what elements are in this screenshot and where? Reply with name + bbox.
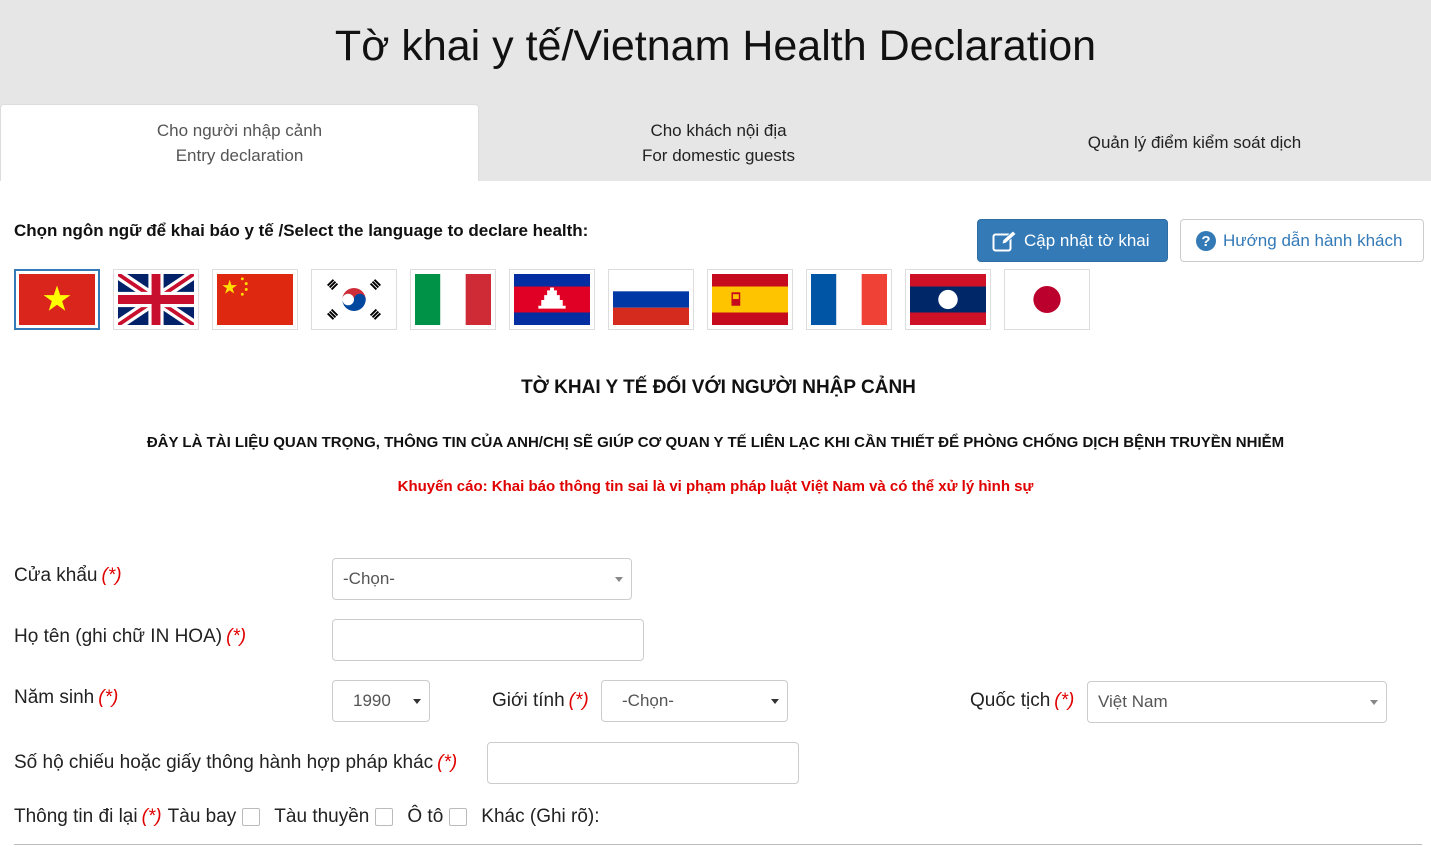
uk-flag-icon (118, 274, 194, 325)
edit-icon (992, 229, 1018, 252)
flag-uk[interactable] (113, 269, 199, 330)
tab-checkpoint-management[interactable]: Quản lý điểm kiểm soát dịch (958, 104, 1431, 181)
required-mark: (*) (1054, 690, 1075, 711)
airplane-checkbox[interactable] (242, 808, 261, 826)
flag-cambodia[interactable] (509, 269, 595, 330)
border-gate-label: Cửa khẩu (*) (14, 565, 122, 586)
laos-flag-icon (910, 274, 986, 325)
gender-label: Giới tính (*) (492, 690, 589, 711)
tab-label-vi: Cho người nhập cảnh (156, 121, 323, 140)
chevron-down-icon (413, 699, 421, 704)
birth-year-label: Năm sinh (*) (14, 687, 119, 708)
passport-label: Số hộ chiếu hoặc giấy thông hành hợp phá… (14, 752, 458, 773)
birth-year-value: 1990 (353, 691, 391, 710)
chevron-down-icon (1370, 700, 1378, 705)
nationality-label: Quốc tịch (*) (970, 690, 1075, 711)
gender-select[interactable]: -Chọn- (601, 680, 788, 722)
svg-text:?: ? (1201, 233, 1210, 250)
travel-option-ship[interactable]: Tàu thuyền (274, 806, 394, 828)
language-flags (14, 269, 1090, 330)
nationality-select[interactable]: Việt Nam (1087, 681, 1387, 723)
required-mark: (*) (226, 626, 247, 647)
passenger-guide-label: Hướng dẫn hành khách (1223, 230, 1403, 250)
travel-option-car[interactable]: Ô tô (407, 806, 468, 828)
flag-japan[interactable] (1004, 269, 1090, 330)
form-title: TỜ KHAI Y TẾ ĐỐI VỚI NGƯỜI NHẬP CẢNH (521, 377, 916, 398)
tab-entry-declaration[interactable]: Cho người nhập cảnh Entry declaration (0, 104, 479, 181)
border-gate-select[interactable]: -Chọn- (332, 558, 632, 600)
travel-option-other: Khác (Ghi rõ): (481, 806, 600, 827)
ship-checkbox[interactable] (375, 808, 394, 826)
full-name-label: Họ tên (ghi chữ IN HOA) (*) (14, 626, 247, 647)
tab-label-en: For domestic guests (641, 145, 796, 165)
nationality-value: Việt Nam (1098, 692, 1168, 711)
gender-value: -Chọn- (622, 691, 674, 710)
flag-italy[interactable] (410, 269, 496, 330)
flag-france[interactable] (806, 269, 892, 330)
travel-option-airplane[interactable]: Tàu bay (168, 806, 261, 828)
page-title: Tờ khai y tế/Vietnam Health Declaration (334, 22, 1097, 70)
border-gate-value: -Chọn- (343, 569, 395, 588)
required-mark: (*) (437, 752, 458, 773)
travel-info-row: Thông tin đi lại (*) Tàu bay Tàu thuyền … (14, 806, 600, 828)
flag-china[interactable] (212, 269, 298, 330)
tab-label-vi: Cho khách nội địa (650, 120, 787, 140)
tab-label-en: Entry declaration (175, 146, 304, 165)
required-mark: (*) (101, 565, 122, 586)
travel-other-input-border[interactable] (14, 844, 1422, 845)
spain-flag-icon (712, 274, 788, 325)
full-name-input[interactable] (332, 619, 644, 661)
korea-flag-icon (316, 274, 392, 325)
tab-label-vi: Quản lý điểm kiểm soát dịch (1087, 133, 1302, 152)
china-flag-icon (217, 274, 293, 325)
birth-year-select[interactable]: 1990 (332, 680, 430, 722)
russia-flag-icon (613, 274, 689, 325)
required-mark: (*) (141, 806, 162, 827)
tab-domestic-guests[interactable]: Cho khách nội địa For domestic guests (479, 104, 958, 181)
travel-info-label: Thông tin đi lại (14, 806, 138, 827)
chevron-down-icon (615, 577, 623, 582)
passport-input[interactable] (487, 742, 799, 784)
update-declaration-label: Cập nhật tờ khai (1024, 230, 1150, 250)
cambodia-flag-icon (514, 274, 590, 325)
language-select-label: Chọn ngôn ngữ để khai báo y tế /Select t… (14, 221, 589, 240)
flag-korea[interactable] (311, 269, 397, 330)
flag-laos[interactable] (905, 269, 991, 330)
required-mark: (*) (568, 690, 589, 711)
france-flag-icon (811, 274, 887, 325)
italy-flag-icon (415, 274, 491, 325)
help-icon: ? (1195, 230, 1217, 252)
required-mark: (*) (98, 687, 119, 708)
form-note: ĐÂY LÀ TÀI LIỆU QUAN TRỌNG, THÔNG TIN CỦ… (146, 434, 1285, 451)
passenger-guide-button[interactable]: ? Hướng dẫn hành khách (1180, 219, 1424, 262)
update-declaration-button[interactable]: Cập nhật tờ khai (977, 219, 1168, 262)
flag-vietnam[interactable] (14, 269, 100, 330)
car-checkbox[interactable] (449, 808, 468, 826)
chevron-down-icon (771, 699, 779, 704)
form-warning: Khuyến cáo: Khai báo thông tin sai là vi… (397, 478, 1034, 495)
flag-russia[interactable] (608, 269, 694, 330)
japan-flag-icon (1009, 274, 1085, 325)
vietnam-flag-icon (19, 274, 95, 325)
flag-spain[interactable] (707, 269, 793, 330)
